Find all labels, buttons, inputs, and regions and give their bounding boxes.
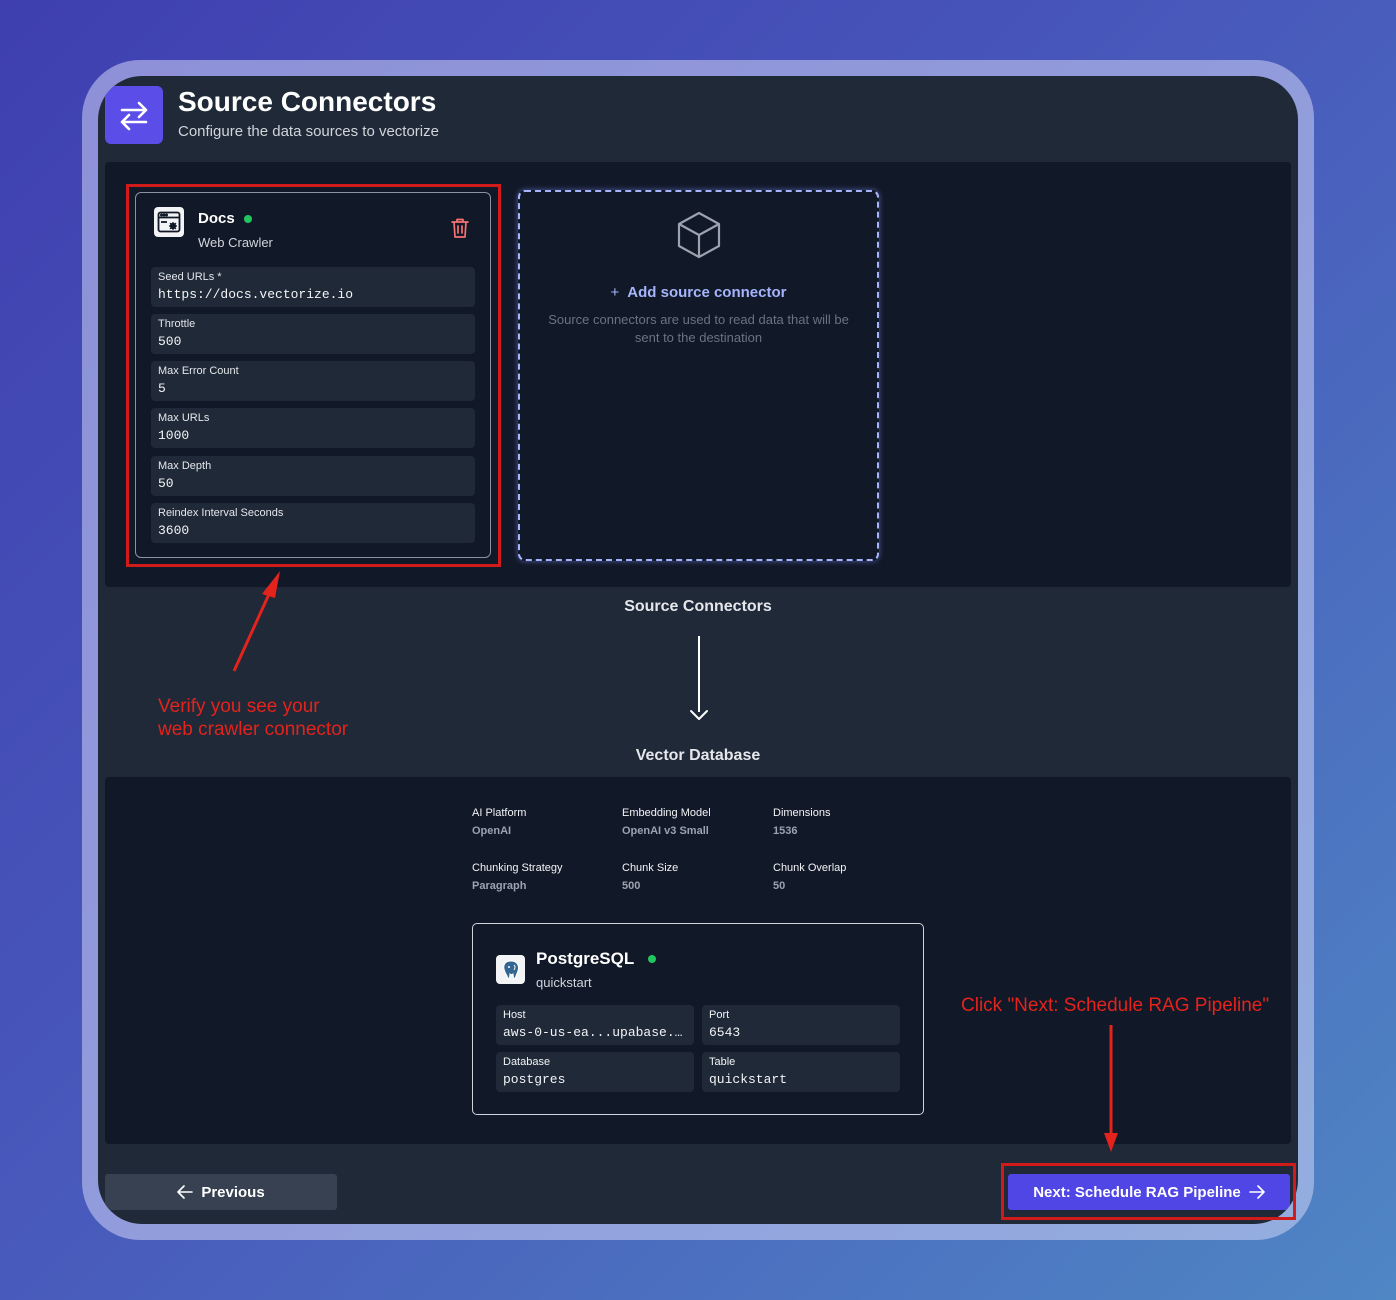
annotation-click-next: Click "Next: Schedule RAG Pipeline" — [961, 995, 1270, 1016]
annotation-verify-line1: Verify you see your — [158, 696, 320, 717]
annotation-arrows — [232, 571, 1118, 1152]
annotation-verify: Verify you see your web crawler connecto… — [158, 695, 348, 741]
annotation-verify-line2: web crawler connector — [158, 719, 349, 740]
